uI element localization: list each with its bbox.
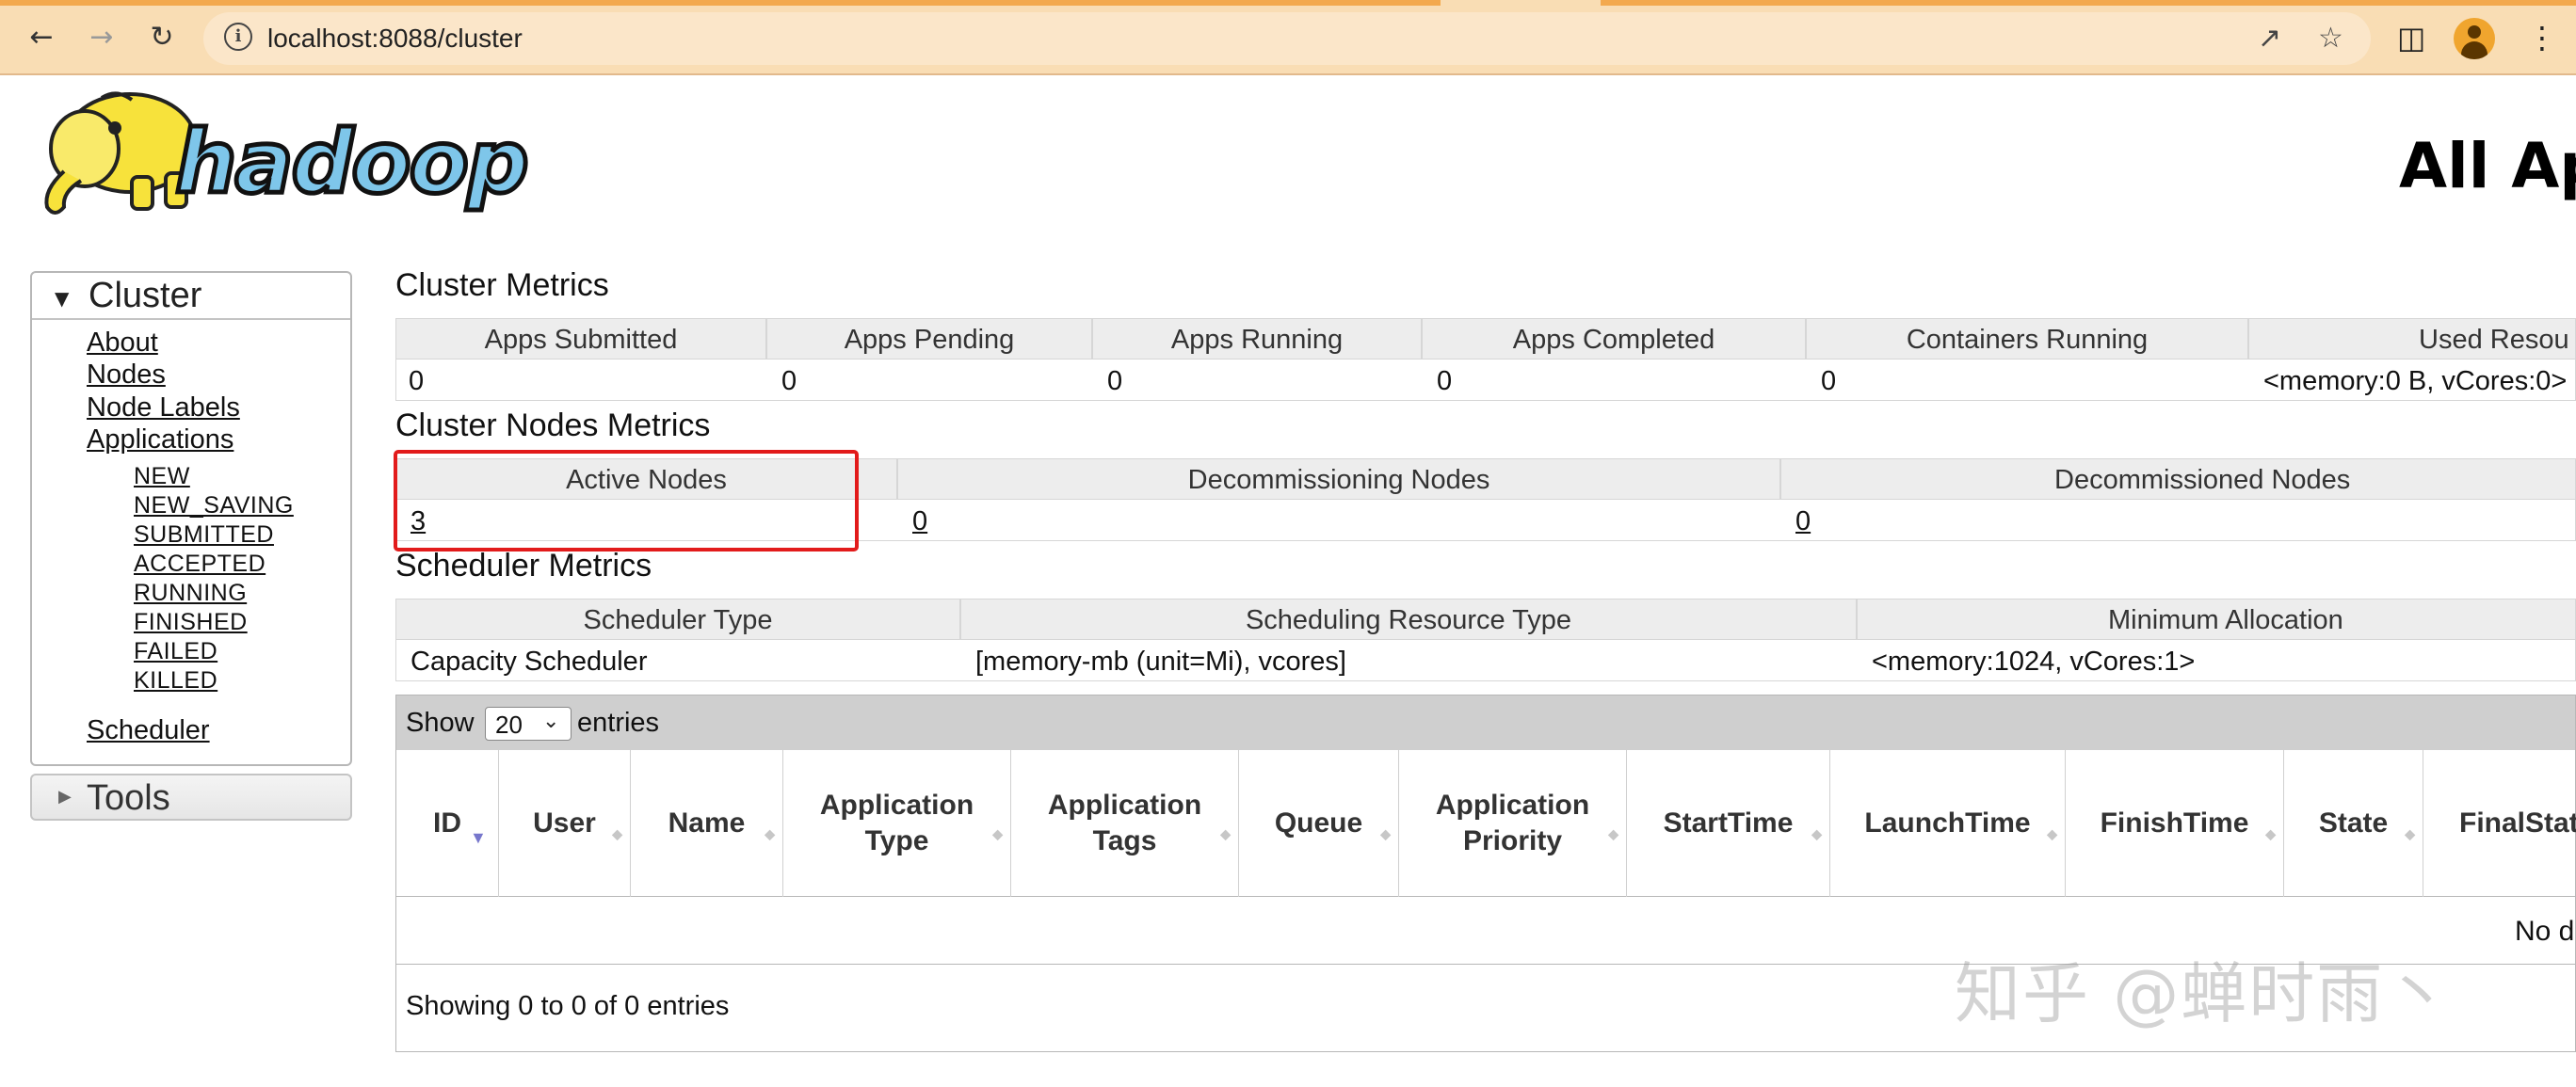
column-queue-label[interactable]: Queue (1275, 806, 1362, 841)
no-data-message: No d (2515, 916, 2575, 947)
cluster-metrics-title: Cluster Metrics (395, 267, 609, 303)
column-application-tags[interactable]: Application Tags ◆ (1010, 750, 1238, 897)
column-finishtime[interactable]: FinishTime ◆ (2065, 750, 2283, 897)
column-launchtime-label[interactable]: LaunchTime (1864, 806, 2030, 841)
collapsed-triangle-icon[interactable]: ▶ (58, 787, 72, 807)
sidebar-state-new[interactable]: NEW (134, 463, 190, 490)
sidebar-cluster-label[interactable]: Cluster (89, 276, 201, 316)
more-menu-icon[interactable]: ⋮ (2527, 17, 2557, 58)
sidebar-state-accepted[interactable]: ACCEPTED (134, 551, 266, 578)
page-title: All Ap (2399, 130, 2576, 202)
sort-icon[interactable]: ◆ (765, 816, 775, 852)
sidebar-state-running[interactable]: RUNNING (134, 580, 247, 607)
chevron-down-icon[interactable]: ⌄ (542, 710, 559, 733)
column-id-label[interactable]: ID (433, 806, 461, 841)
column-application-type[interactable]: Application Type ◆ (782, 750, 1010, 897)
column-id[interactable]: ID ▼ (396, 750, 498, 897)
sort-icon[interactable]: ◆ (1380, 816, 1391, 852)
column-finishtime-label[interactable]: FinishTime (2101, 806, 2249, 841)
sidebar-state-finished[interactable]: FINISHED (134, 609, 248, 636)
share-icon[interactable]: ↗ (2258, 22, 2281, 55)
reload-icon[interactable]: ↻ (141, 17, 183, 58)
address-url[interactable]: localhost:8088/cluster (267, 24, 523, 54)
show-label: Show (406, 708, 475, 738)
page-size-select[interactable]: 20 ⌄ (485, 707, 572, 741)
sidebar-cluster: ▼ Cluster About Nodes Node Labels Applic… (30, 271, 352, 766)
tab-strip (1601, 0, 2576, 6)
column-launchtime[interactable]: LaunchTime ◆ (1829, 750, 2065, 897)
column-state[interactable]: State ◆ (2283, 750, 2423, 897)
sidebar-link-node-labels[interactable]: Node Labels (87, 392, 240, 424)
applications-footer-info: Showing 0 to 0 of 0 entries (406, 991, 730, 1021)
sort-icon[interactable]: ◆ (2047, 816, 2057, 852)
watermark-text: 知乎 @蝉时雨丶 (1955, 955, 2453, 1032)
applications-toolbar: Show 20 ⌄ entries (396, 695, 2575, 750)
column-application-priority-label[interactable]: Application Priority (1428, 788, 1598, 859)
sort-icon[interactable]: ◆ (1220, 816, 1231, 852)
sidebar-cluster-header[interactable]: ▼ Cluster (32, 273, 350, 320)
applications-header-row: ID ▼ User ◆ Name ◆ Application Type ◆ Ap… (396, 750, 2576, 897)
sidebar-state-submitted[interactable]: SUBMITTED (134, 521, 274, 549)
column-application-priority[interactable]: Application Priority ◆ (1398, 750, 1626, 897)
sort-icon[interactable]: ◆ (2265, 816, 2276, 852)
column-name[interactable]: Name ◆ (630, 750, 782, 897)
active-tab-strip (0, 0, 1441, 6)
sidebar-tools[interactable]: ▶ Tools (30, 774, 352, 821)
scheduler-metrics-frame (395, 599, 2576, 681)
cluster-metrics-frame (395, 318, 2576, 401)
bookmark-star-icon[interactable]: ☆ (2318, 22, 2343, 55)
sidebar-link-nodes[interactable]: Nodes (87, 360, 166, 391)
site-info-icon[interactable]: i (224, 23, 252, 51)
browser-toolbar: ← → ↻ i localhost:8088/cluster ↗ ☆ ◫ ⋮ (0, 0, 2576, 75)
column-finalstatus[interactable]: FinalStat (2423, 750, 2576, 897)
profile-avatar-icon[interactable] (2454, 18, 2495, 59)
sidebar-state-failed[interactable]: FAILED (134, 638, 217, 665)
expanded-triangle-icon[interactable]: ▼ (55, 287, 69, 310)
svg-text:hadoop: hadoop (175, 112, 527, 213)
active-nodes-highlight-box (394, 450, 859, 551)
column-user-label[interactable]: User (533, 806, 596, 841)
sidebar-state-new-saving[interactable]: NEW_SAVING (134, 492, 294, 520)
column-finalstatus-label[interactable]: FinalStat (2459, 806, 2576, 841)
address-bar[interactable]: i localhost:8088/cluster ↗ ☆ (203, 12, 2371, 65)
entries-label: entries (577, 708, 660, 738)
sort-icon[interactable]: ◆ (1608, 816, 1618, 852)
column-name-label[interactable]: Name (668, 806, 746, 841)
sidebar-link-applications[interactable]: Applications (87, 424, 233, 456)
sort-icon[interactable]: ◆ (612, 816, 622, 852)
column-state-label[interactable]: State (2319, 806, 2388, 841)
back-arrow-icon[interactable]: ← (21, 17, 62, 58)
sidebar-link-scheduler[interactable]: Scheduler (87, 715, 210, 746)
column-starttime-label[interactable]: StartTime (1664, 806, 1794, 841)
forward-arrow-icon[interactable]: → (81, 17, 122, 58)
side-panel-icon[interactable]: ◫ (2397, 17, 2425, 58)
nodes-metrics-title: Cluster Nodes Metrics (395, 408, 711, 443)
column-user[interactable]: User ◆ (498, 750, 630, 897)
column-starttime[interactable]: StartTime ◆ (1626, 750, 1829, 897)
column-application-type-label[interactable]: Application Type (813, 788, 982, 859)
sort-icon[interactable]: ◆ (2405, 816, 2415, 852)
sort-icon[interactable]: ◆ (1811, 816, 1822, 852)
sidebar-link-about[interactable]: About (87, 328, 158, 359)
scheduler-metrics-title: Scheduler Metrics (395, 548, 652, 583)
page-size-value[interactable]: 20 (495, 711, 523, 740)
sort-desc-icon[interactable]: ▼ (470, 820, 487, 855)
sort-icon[interactable]: ◆ (992, 816, 1003, 852)
sidebar-state-killed[interactable]: KILLED (134, 667, 217, 695)
sidebar-tools-label[interactable]: Tools (87, 778, 170, 819)
column-queue[interactable]: Queue ◆ (1238, 750, 1398, 897)
column-application-tags-label[interactable]: Application Tags (1040, 788, 1210, 859)
hadoop-logo[interactable]: hadoop (26, 87, 597, 228)
